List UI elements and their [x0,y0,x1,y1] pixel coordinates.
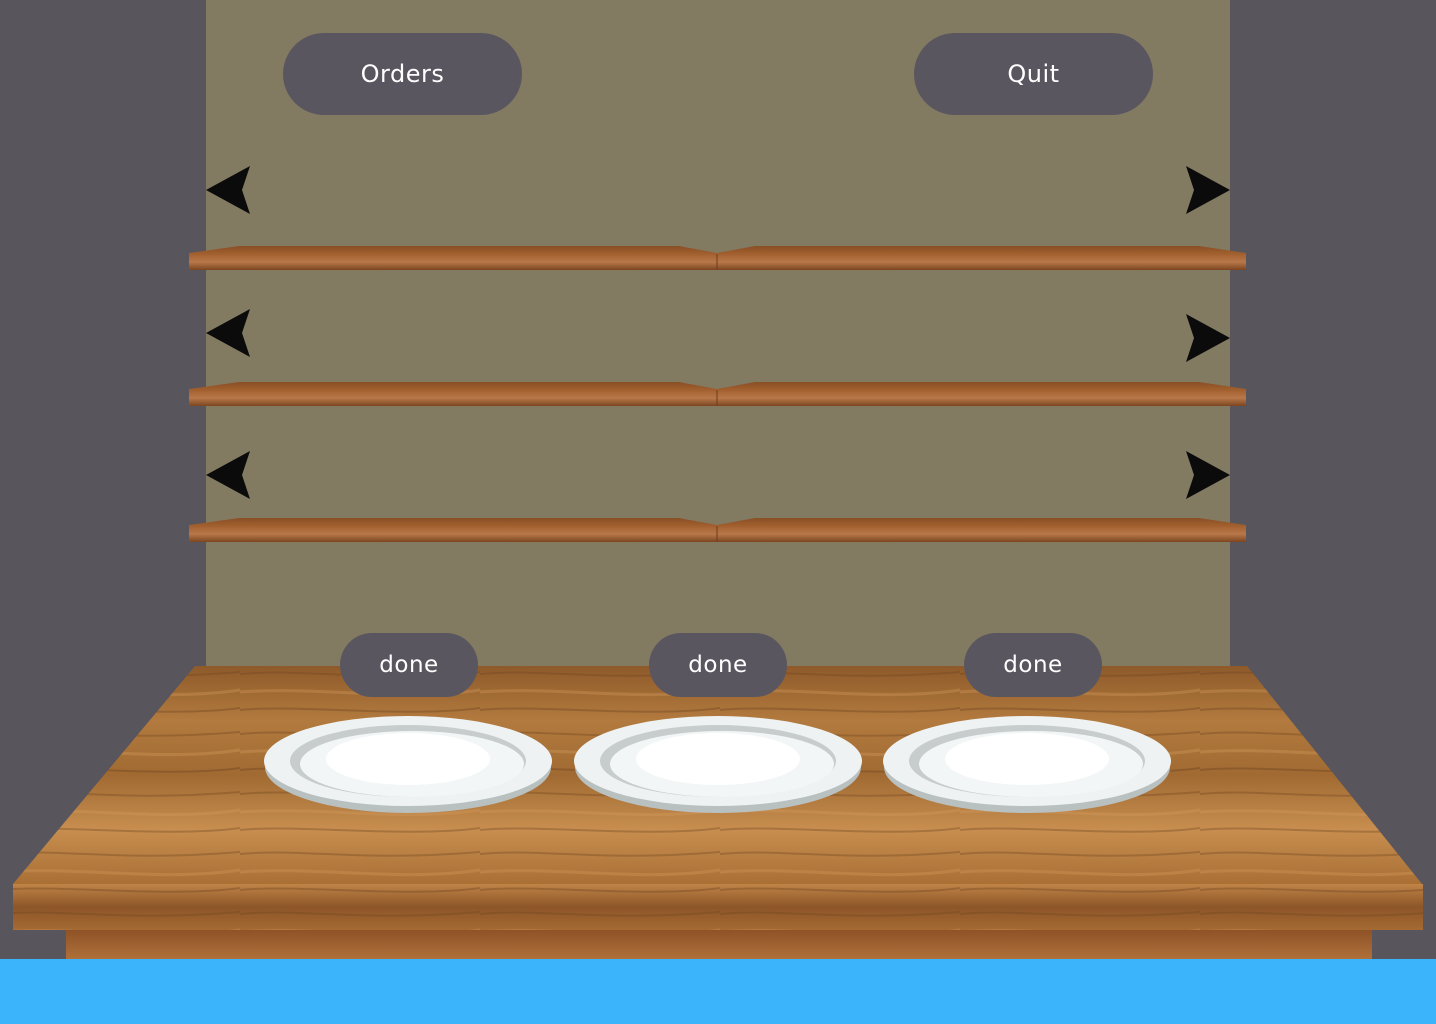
shelf-2-left-arrow-icon[interactable] [206,309,250,357]
done-button-3[interactable]: done [964,633,1102,697]
shelf-2 [189,382,1246,406]
shelf-1 [189,246,1246,270]
shelf-3-left-arrow-icon[interactable] [206,451,250,499]
game-scene: Orders Quit done done done [0,0,1436,1024]
orders-button[interactable]: Orders [283,33,522,115]
shelf-1-right-arrow-icon[interactable] [1186,166,1230,214]
plate-1[interactable] [263,713,553,815]
quit-button[interactable]: Quit [914,33,1153,115]
plate-3[interactable] [882,713,1172,815]
shelf-2-right-arrow-icon[interactable] [1186,314,1230,362]
floor-strip [0,959,1436,1024]
shelf-3-right-arrow-icon[interactable] [1186,451,1230,499]
shelf-3 [189,518,1246,542]
plate-2[interactable] [573,713,863,815]
shelf-1-left-arrow-icon[interactable] [206,166,250,214]
done-button-1[interactable]: done [340,633,478,697]
done-button-2[interactable]: done [649,633,787,697]
